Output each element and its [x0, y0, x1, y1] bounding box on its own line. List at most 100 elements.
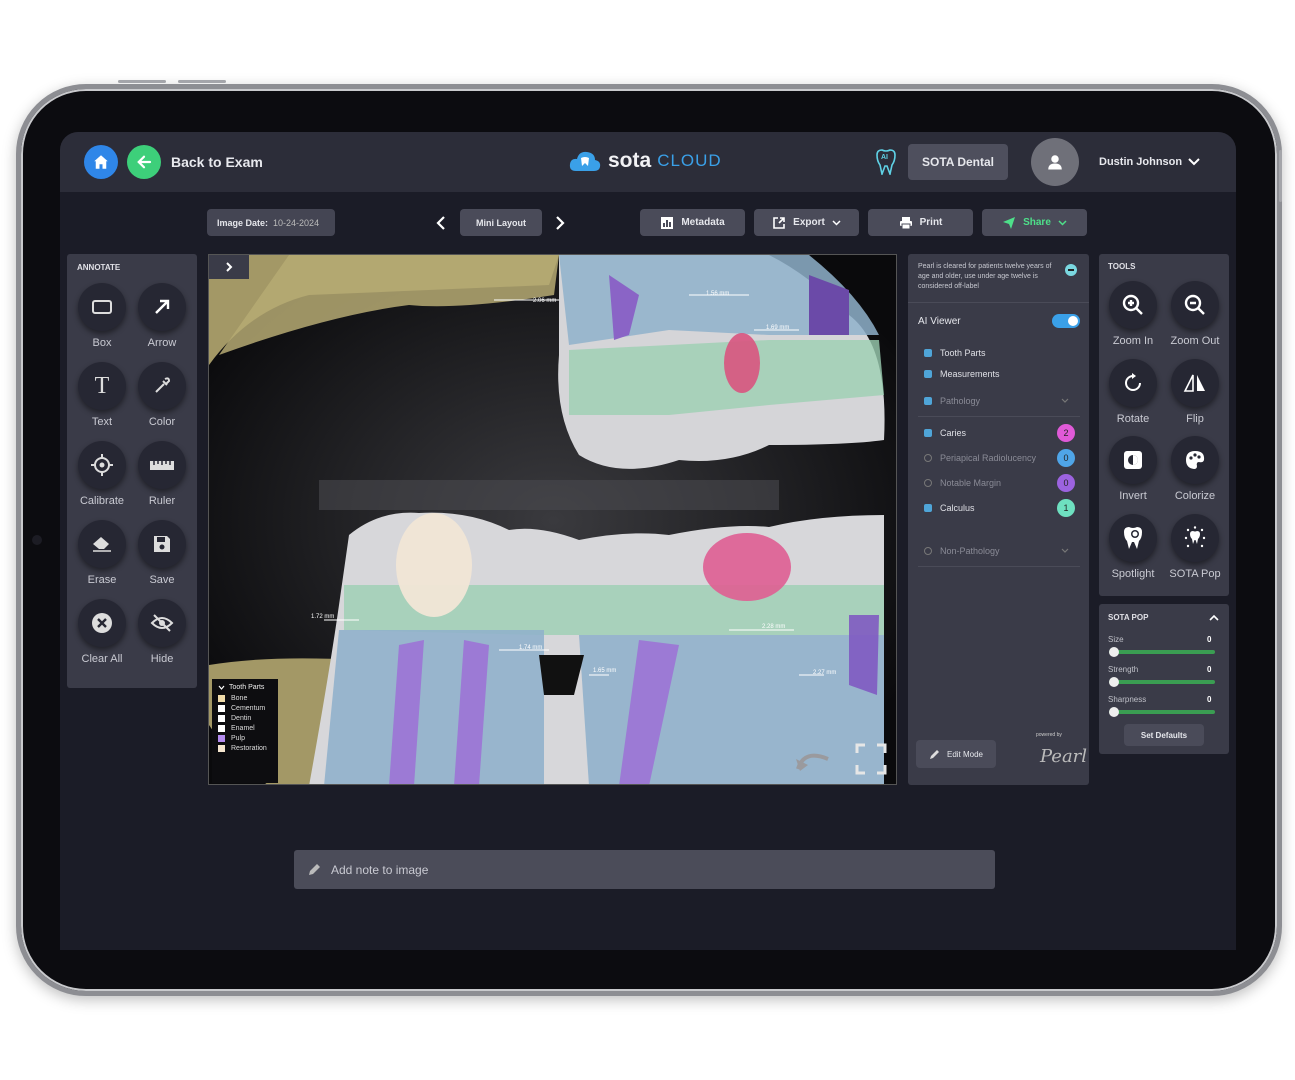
calibrate-tool[interactable]: Calibrate [72, 441, 132, 507]
export-label: Export [793, 217, 825, 228]
image-date-value: 10-24-2024 [273, 217, 320, 228]
cloud-tooth-icon [569, 151, 601, 171]
hide-tool[interactable]: Hide [132, 599, 192, 665]
pearl-logo: Pearl [1040, 746, 1088, 767]
colorize-tool[interactable]: Colorize [1165, 436, 1225, 502]
chevron-down-icon[interactable] [1187, 157, 1201, 167]
powered-by-label: powered by [1036, 732, 1062, 738]
image-date-label: Image Date: [217, 217, 269, 228]
share-button[interactable]: Share [982, 209, 1087, 236]
legend-item: Restoration [218, 745, 272, 752]
user-name[interactable]: Dustin Johnson [1099, 156, 1182, 168]
measure-label: 1.74 mm [519, 645, 543, 651]
legend-label: Bone [231, 695, 248, 702]
size-slider[interactable] [1109, 647, 1215, 657]
slider-knob[interactable] [1109, 707, 1119, 717]
notable-margin-row[interactable]: Notable Margin [924, 478, 1001, 488]
chevron-down-icon[interactable] [218, 685, 225, 690]
chevron-down-icon [832, 219, 841, 226]
zoom-out-tool[interactable]: Zoom Out [1165, 281, 1225, 347]
xray-image[interactable] [209, 255, 897, 785]
checkbox-checked[interactable] [924, 397, 932, 405]
color-tool[interactable]: Color [132, 362, 192, 428]
collapse-toggle[interactable] [209, 255, 249, 279]
ruler-tool[interactable]: Ruler [132, 441, 192, 507]
sota-pop-title: SOTA POP [1108, 613, 1149, 622]
chevron-down-icon[interactable] [1061, 398, 1069, 404]
bar-chart-icon [661, 216, 674, 229]
volume-button [118, 80, 166, 83]
calculus-row[interactable]: Calculus [924, 503, 975, 513]
measurements-row[interactable]: Measurements [924, 369, 1000, 379]
pathology-row[interactable]: Pathology [924, 396, 980, 406]
metadata-button[interactable]: Metadata [640, 209, 745, 236]
avatar[interactable] [1031, 138, 1079, 186]
calibrate-label: Calibrate [79, 495, 125, 507]
back-to-exam-label[interactable]: Back to Exam [171, 154, 263, 170]
app-screen: Back to Exam sota CLOUD AI SOTA Dental D… [60, 132, 1236, 950]
spotlight-tool[interactable]: Spotlight [1103, 514, 1163, 580]
checkbox-unchecked[interactable] [924, 479, 932, 487]
checkbox-checked[interactable] [924, 349, 932, 357]
export-icon [773, 216, 785, 229]
slider-knob[interactable] [1109, 647, 1119, 657]
back-button[interactable] [127, 145, 161, 179]
printer-icon [899, 216, 912, 229]
share-label: Share [1023, 217, 1051, 228]
checkbox-checked[interactable] [924, 429, 932, 437]
notice-collapse-icon[interactable] [1065, 264, 1077, 276]
edit-mode-button[interactable]: Edit Mode [916, 740, 996, 768]
erase-tool[interactable]: Erase [72, 520, 132, 586]
ai-badge-text: AI [881, 154, 888, 161]
tooth-parts-row[interactable]: Tooth Parts [924, 348, 986, 358]
periapical-row[interactable]: Periapical Radiolucency [924, 453, 1036, 463]
arrow-tool[interactable]: Arrow [132, 283, 192, 349]
ai-tooth-icon[interactable]: AI [875, 149, 897, 177]
legend-swatch [218, 695, 225, 702]
checkbox-checked[interactable] [924, 504, 932, 512]
home-button[interactable] [84, 145, 118, 179]
clear-all-tool[interactable]: Clear All [72, 599, 132, 665]
box-tool[interactable]: Box [72, 283, 132, 349]
checkbox-unchecked[interactable] [924, 547, 932, 555]
chevron-left-icon[interactable] [435, 215, 447, 231]
logo-main-text: sota [608, 149, 652, 172]
legend-title: Tooth Parts [229, 684, 265, 691]
chevron-up-icon[interactable] [1209, 614, 1219, 621]
fullscreen-icon[interactable] [855, 743, 887, 775]
flip-tool[interactable]: Flip [1165, 359, 1225, 425]
practice-button[interactable]: SOTA Dental [908, 144, 1008, 180]
rotate-tool[interactable]: Rotate [1103, 359, 1163, 425]
calculus-count: 1 [1057, 499, 1075, 517]
rotate-hint-icon[interactable] [794, 745, 836, 773]
strength-value: 0 [1207, 665, 1212, 674]
note-input[interactable]: Add note to image [294, 850, 995, 889]
caries-row[interactable]: Caries [924, 428, 966, 438]
xray-viewer[interactable]: 2.06 mm 1.56 mm 1.69 mm 1.72 mm 1.74 mm … [208, 254, 897, 785]
checkbox-unchecked[interactable] [924, 454, 932, 462]
annotate-panel: ANNOTATE Box Arrow T Text Color Calibrat… [67, 254, 197, 688]
text-tool[interactable]: T Text [72, 362, 132, 428]
set-defaults-button[interactable]: Set Defaults [1124, 724, 1204, 746]
non-pathology-row[interactable]: Non-Pathology [924, 546, 1000, 556]
tools-title: TOOLS [1108, 262, 1136, 271]
sharpness-label: Sharpness [1108, 695, 1147, 704]
save-tool[interactable]: Save [132, 520, 192, 586]
slider-knob[interactable] [1109, 677, 1119, 687]
export-button[interactable]: Export [754, 209, 859, 236]
power-button [1279, 150, 1282, 202]
strength-slider[interactable] [1109, 677, 1215, 687]
zoom-in-tool[interactable]: Zoom In [1103, 281, 1163, 347]
invert-tool[interactable]: Invert [1103, 436, 1163, 502]
layout-button[interactable]: Mini Layout [460, 209, 542, 236]
print-button[interactable]: Print [868, 209, 973, 236]
sharpness-slider[interactable] [1109, 707, 1215, 717]
tooth-parts-legend: Tooth Parts Bone Cementum Dentin Enamel … [212, 679, 278, 783]
legend-label: Enamel [231, 725, 255, 732]
chevron-right-icon[interactable] [554, 215, 566, 231]
ai-viewer-toggle[interactable] [1052, 314, 1080, 328]
chevron-down-icon[interactable] [1061, 548, 1069, 554]
checkbox-checked[interactable] [924, 370, 932, 378]
sota-pop-tool[interactable]: SOTA Pop [1165, 514, 1225, 580]
legend-label: Restoration [231, 745, 267, 752]
